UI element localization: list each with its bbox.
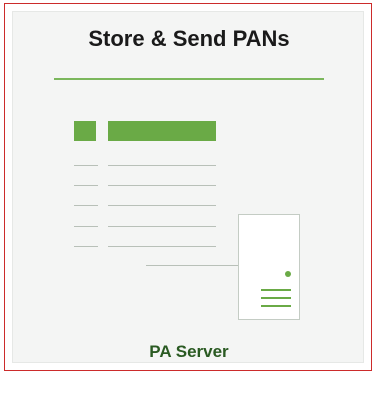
list-row-line	[108, 185, 216, 186]
connector-line	[146, 265, 238, 266]
list-row-marker	[74, 226, 98, 227]
list-header-bar	[108, 121, 216, 141]
pan-card	[4, 3, 372, 371]
title-divider	[54, 78, 324, 80]
server-slot	[261, 297, 291, 299]
list-row-line	[108, 226, 216, 227]
list-row-marker	[74, 185, 98, 186]
list-row-line	[108, 205, 216, 206]
server-slot	[261, 305, 291, 307]
server-status-dot	[285, 271, 291, 277]
list-row-line	[108, 246, 216, 247]
list-row-marker	[74, 246, 98, 247]
list-header-marker	[74, 121, 96, 141]
server-icon	[238, 214, 300, 320]
card-panel	[12, 11, 364, 363]
server-label: PA Server	[149, 342, 229, 361]
list-row-marker	[74, 205, 98, 206]
list-row-marker	[74, 165, 98, 166]
list-row-line	[108, 165, 216, 166]
card-title: Store & Send PANs	[88, 26, 290, 51]
server-slot	[261, 289, 291, 291]
